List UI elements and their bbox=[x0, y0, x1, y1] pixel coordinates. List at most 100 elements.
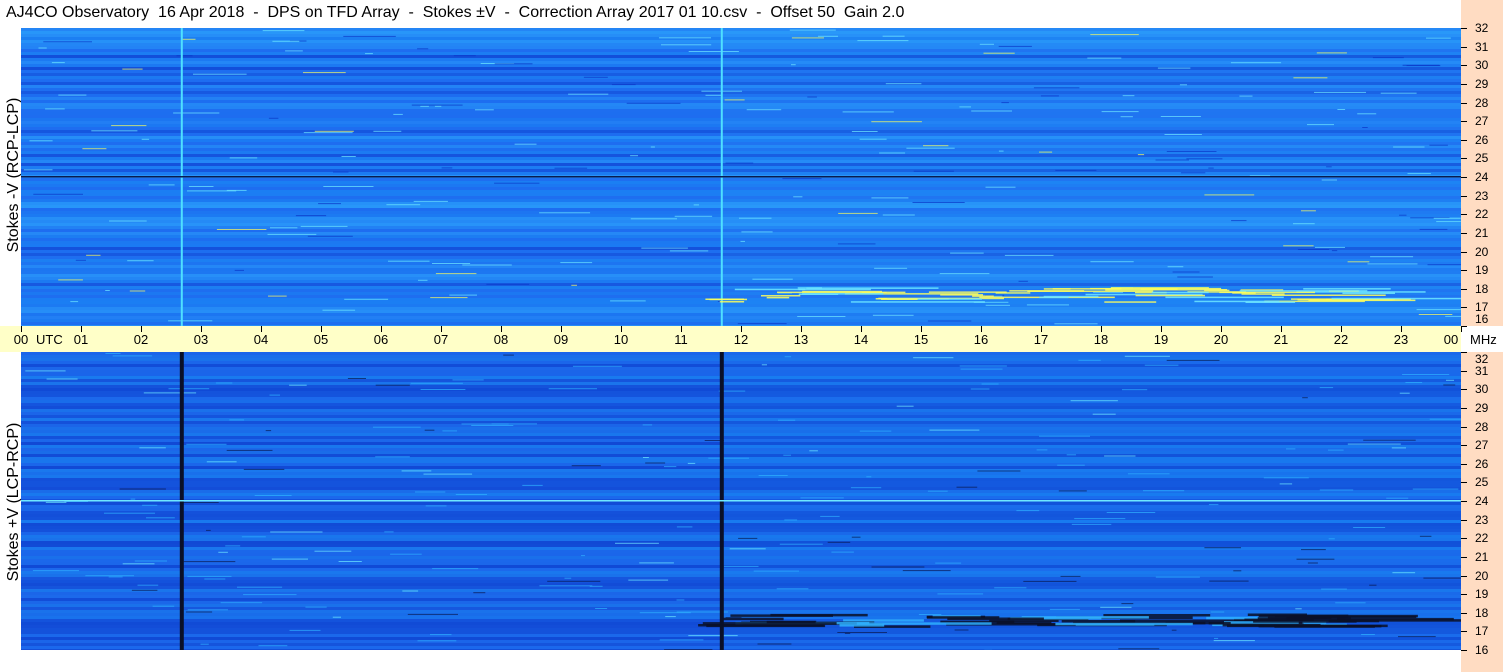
rfi-speckle bbox=[753, 570, 799, 572]
frequency-tick bbox=[1461, 631, 1467, 632]
frequency-tick bbox=[1461, 177, 1467, 178]
rfi-speckle bbox=[837, 632, 887, 633]
rfi-speckle bbox=[46, 378, 78, 380]
rfi-speckle bbox=[122, 563, 155, 565]
rfi-speckle bbox=[850, 487, 882, 489]
rfi-speckle bbox=[665, 616, 676, 618]
rfi-speckle bbox=[628, 579, 669, 581]
rfi-speckle bbox=[1143, 490, 1185, 492]
frequency-tick-label: 30 bbox=[1475, 58, 1489, 72]
time-tick-label: 06 bbox=[373, 332, 389, 347]
rfi-speckle bbox=[307, 235, 353, 237]
rfi-speckle bbox=[1402, 64, 1440, 66]
emission-streak bbox=[1151, 291, 1209, 294]
emission-streak bbox=[1241, 293, 1285, 295]
rfi-speckle bbox=[1171, 629, 1177, 631]
rfi-speckle bbox=[539, 585, 593, 587]
rfi-speckle bbox=[70, 301, 79, 303]
rfi-speckle bbox=[1293, 223, 1315, 225]
rfi-speckle bbox=[119, 488, 166, 490]
time-tick-label: 18 bbox=[1093, 332, 1109, 347]
rfi-speckle bbox=[267, 233, 317, 235]
emission-streak bbox=[798, 288, 871, 291]
time-axis: UTC MHz 00 01 02 03 04 05 06 07 08 09 10 11 12 13 14 15… bbox=[0, 326, 1497, 352]
frequency-tick bbox=[1461, 289, 1467, 290]
emission-streak bbox=[1043, 288, 1071, 290]
rfi-speckle bbox=[1101, 111, 1139, 113]
rfi-speckle bbox=[453, 55, 476, 57]
emission-streak bbox=[850, 301, 985, 303]
frequency-tick-label: 27 bbox=[1475, 114, 1489, 128]
time-tick-label: 22 bbox=[1333, 332, 1349, 347]
rfi-speckle bbox=[503, 354, 514, 356]
rfi-speckle bbox=[859, 138, 887, 140]
rfi-speckle bbox=[204, 578, 226, 580]
rfi-speckle bbox=[1181, 172, 1206, 174]
rfi-speckle bbox=[643, 457, 649, 458]
rfi-speckle bbox=[779, 543, 823, 545]
rfi-speckle bbox=[693, 204, 699, 206]
rfi-speckle bbox=[1060, 575, 1081, 577]
rfi-speckle bbox=[1001, 102, 1009, 104]
frequency-tick-label: 32 bbox=[1475, 21, 1489, 35]
emission-streak bbox=[702, 622, 837, 625]
rfi-speckle bbox=[1118, 648, 1160, 650]
emission-streak bbox=[706, 624, 826, 628]
rfi-speckle bbox=[1328, 538, 1335, 540]
rfi-speckle bbox=[343, 35, 396, 37]
rfi-speckle bbox=[411, 104, 463, 106]
emission-streak bbox=[1194, 300, 1280, 303]
rfi-speckle bbox=[674, 215, 713, 217]
time-tick-label: 07 bbox=[433, 332, 449, 347]
rfi-speckle bbox=[761, 364, 767, 366]
rfi-speckle bbox=[859, 430, 892, 432]
rfi-speckle bbox=[314, 550, 352, 552]
rfi-speckle bbox=[423, 473, 473, 475]
rfi-speckle bbox=[25, 370, 66, 372]
rfi-speckle bbox=[571, 284, 577, 286]
rfi-speckle bbox=[1026, 304, 1069, 306]
rfi-speckle bbox=[1092, 413, 1116, 415]
rfi-speckle bbox=[58, 279, 83, 281]
rfi-speckle bbox=[1433, 217, 1461, 219]
rfi-speckle bbox=[871, 121, 922, 123]
frequency-tick-label: 19 bbox=[1475, 263, 1489, 277]
rfi-speckle bbox=[289, 629, 321, 631]
rfi-speckle bbox=[1419, 535, 1432, 537]
rfi-speckle bbox=[664, 649, 713, 650]
rfi-speckle bbox=[289, 384, 307, 386]
rfi-speckle bbox=[1357, 113, 1377, 115]
rfi-speckle bbox=[1279, 483, 1293, 485]
rfi-speckle bbox=[725, 162, 754, 164]
rfi-speckle bbox=[1036, 449, 1048, 451]
frequency-tick bbox=[1461, 158, 1467, 159]
rfi-speckle bbox=[148, 184, 175, 186]
rfi-speckle bbox=[626, 102, 681, 104]
rfi-speckle bbox=[187, 190, 237, 192]
frequency-tick-label: 18 bbox=[1475, 282, 1489, 296]
rfi-speckle bbox=[176, 55, 193, 57]
rfi-speckle bbox=[1166, 151, 1217, 152]
rfi-speckle bbox=[322, 309, 356, 311]
rfi-speckle bbox=[75, 259, 86, 261]
rfi-speckle bbox=[1155, 159, 1189, 161]
rfi-speckle bbox=[129, 290, 146, 292]
rfi-speckle bbox=[139, 447, 166, 449]
rfi-speckle bbox=[971, 110, 1012, 112]
frequency-tick-label: 26 bbox=[1475, 457, 1489, 471]
rfi-speckle bbox=[1239, 95, 1253, 97]
rfi-speckle bbox=[882, 35, 905, 37]
rfi-speckle bbox=[1293, 77, 1328, 79]
rfi-speckle bbox=[611, 84, 636, 86]
frequency-tick-label: 23 bbox=[1475, 189, 1489, 203]
frequency-tick bbox=[1461, 196, 1467, 197]
emission-streak bbox=[719, 301, 745, 303]
rfi-speckle bbox=[85, 575, 134, 577]
emission-streak bbox=[1165, 296, 1284, 299]
rfi-speckle bbox=[1144, 364, 1179, 366]
rfi-speckle bbox=[1443, 384, 1456, 386]
rfi-speckle bbox=[1436, 221, 1461, 223]
frequency-tick-label: 26 bbox=[1475, 133, 1489, 147]
rfi-speckle bbox=[1018, 280, 1028, 282]
rfi-speckle bbox=[784, 356, 792, 358]
